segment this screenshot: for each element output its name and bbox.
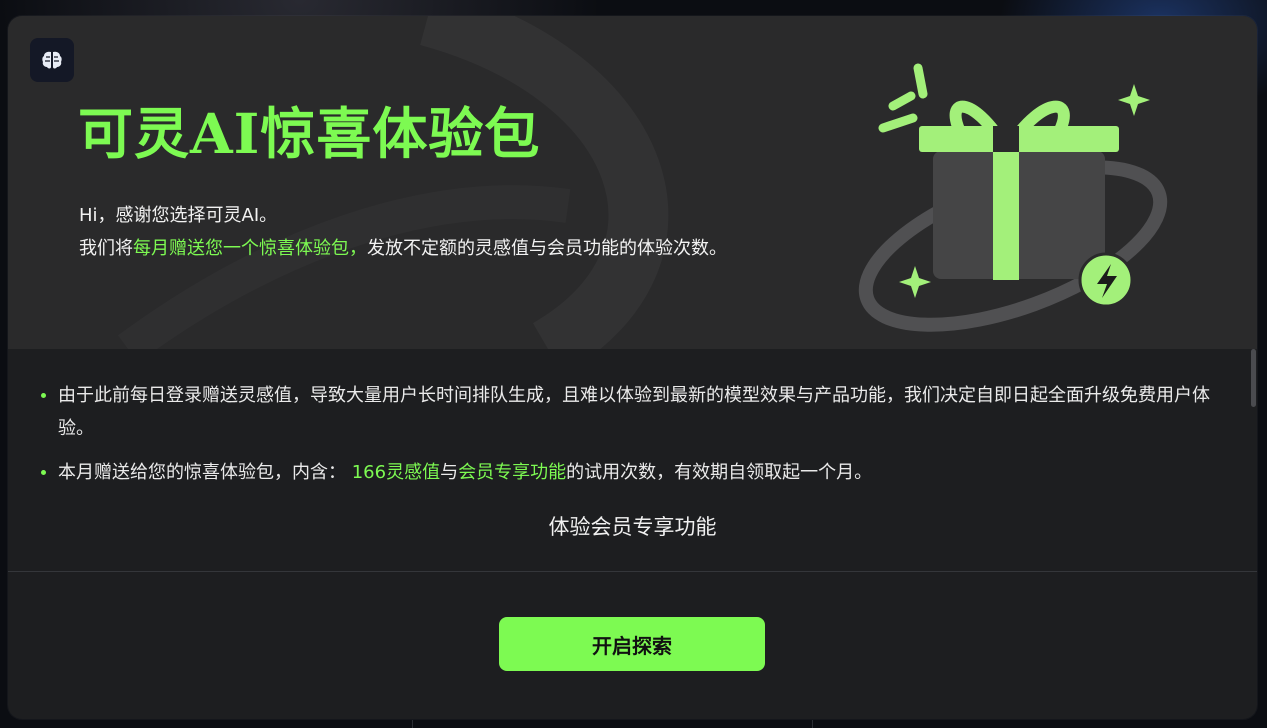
pack-suffix: 的试用次数，有效期自领取起一个月。 bbox=[566, 462, 873, 483]
intro-suffix: 发放不定额的灵感值与会员功能的体验次数。 bbox=[367, 238, 727, 259]
member-features-link[interactable]: 体验会员专享功能 bbox=[8, 511, 1257, 541]
experience-pack-modal: 可灵AI惊喜体验包 Hi，感谢您选择可灵AI。 我们将每月赠送您一个惊喜体验包，… bbox=[8, 16, 1257, 719]
intro-prefix: 我们将 bbox=[79, 238, 133, 259]
hero-title: 可灵AI惊喜体验包 bbox=[78, 101, 541, 166]
brain-logo-icon[interactable] bbox=[30, 38, 74, 82]
sparkle-icon bbox=[899, 266, 931, 298]
hero-description: Hi，感谢您选择可灵AI。 我们将每月赠送您一个惊喜体验包，发放不定额的灵感值与… bbox=[79, 199, 727, 265]
content-scrollbar[interactable] bbox=[1251, 349, 1256, 407]
greeting-text: Hi，感谢您选择可灵AI。 bbox=[79, 205, 278, 226]
pack-and: 与 bbox=[440, 462, 459, 483]
backdrop-divider bbox=[812, 720, 813, 728]
list-item: 本月赠送给您的惊喜体验包，内含： 166灵感值与会员专享功能的试用次数，有效期自… bbox=[38, 456, 1223, 489]
hero-banner: 可灵AI惊喜体验包 Hi，感谢您选择可灵AI。 我们将每月赠送您一个惊喜体验包，… bbox=[8, 16, 1257, 349]
sparkle-icon bbox=[1118, 84, 1150, 116]
gift-illustration bbox=[858, 63, 1168, 332]
credits-highlight: 166灵感值 bbox=[351, 462, 441, 483]
pack-prefix: 本月赠送给您的惊喜体验包，内含： bbox=[58, 462, 352, 483]
backdrop-divider bbox=[412, 720, 413, 728]
bullet-list: 由于此前每日登录赠送灵感值，导致大量用户长时间排队生成，且难以体验到最新的模型效… bbox=[38, 379, 1223, 500]
start-explore-button[interactable]: 开启探索 bbox=[499, 617, 765, 671]
intro-text: 我们将每月赠送您一个惊喜体验包，发放不定额的灵感值与会员功能的体验次数。 bbox=[79, 232, 727, 265]
member-features-highlight: 会员专享功能 bbox=[458, 462, 567, 483]
intro-highlight: 每月赠送您一个惊喜体验包， bbox=[133, 238, 367, 259]
list-item: 由于此前每日登录赠送灵感值，导致大量用户长时间排队生成，且难以体验到最新的模型效… bbox=[38, 379, 1223, 445]
footer-divider bbox=[8, 571, 1257, 572]
content-area: 由于此前每日登录赠送灵感值，导致大量用户长时间排队生成，且难以体验到最新的模型效… bbox=[8, 349, 1257, 571]
